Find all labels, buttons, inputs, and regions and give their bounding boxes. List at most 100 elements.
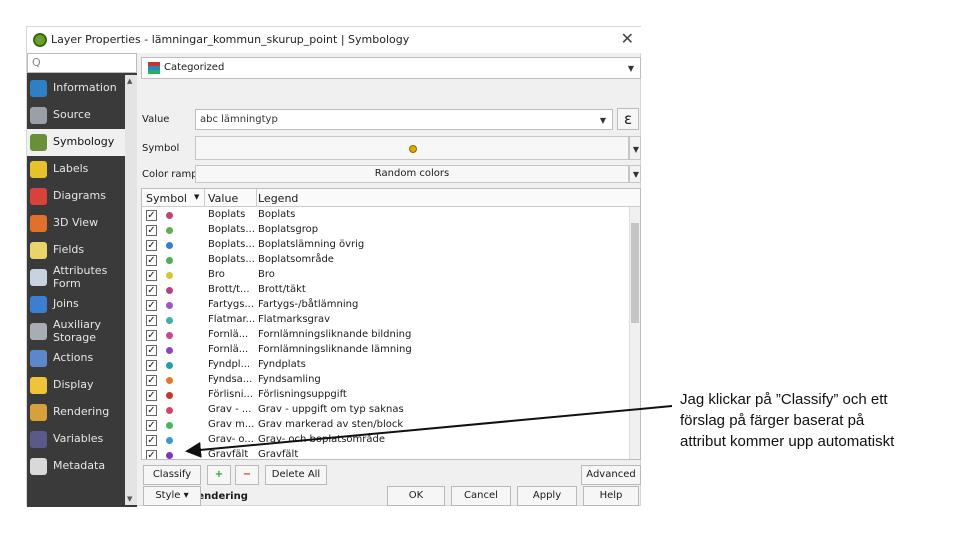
sidebar-item-rendering[interactable]: Rendering [27, 399, 137, 426]
sidebar-item-information[interactable]: Information [27, 75, 137, 102]
add-icon[interactable]: + [207, 465, 231, 485]
row-legend: Grav- och boplatsområde [258, 434, 386, 445]
symbol-swatch[interactable] [166, 212, 173, 219]
table-row[interactable]: ✓ Boplats... Boplatslämning övrig [142, 238, 630, 253]
row-checkbox[interactable]: ✓ [146, 210, 157, 221]
table-row[interactable]: ✓ Grav - ... Grav - uppgift om typ saknas [142, 403, 630, 418]
table-row[interactable]: ✓ Fyndsa... Fyndsamling [142, 373, 630, 388]
value-field-select[interactable]: abc lämningtyp ▼ [195, 109, 613, 130]
sidebar-item-3d-view[interactable]: 3D View [27, 210, 137, 237]
symbol-swatch[interactable] [166, 257, 173, 264]
advanced-button[interactable]: Advanced [581, 465, 641, 485]
renderer-select[interactable]: Categorized ▼ [141, 57, 641, 79]
row-checkbox[interactable]: ✓ [146, 450, 157, 459]
symbol-swatch[interactable] [166, 317, 173, 324]
table-row[interactable]: ✓ Bro Bro [142, 268, 630, 283]
row-checkbox[interactable]: ✓ [146, 330, 157, 341]
row-value: Fartygs... [208, 299, 255, 310]
apply-button[interactable]: Apply [517, 486, 577, 506]
table-row[interactable]: ✓ Fornlä... Fornlämningsliknande lämning [142, 343, 630, 358]
table-scrollbar[interactable] [629, 207, 640, 459]
table-row[interactable]: ✓ Förlisni... Förlisningsuppgift [142, 388, 630, 403]
sidebar-item-labels[interactable]: Labels [27, 156, 137, 183]
sidebar-item-diagrams[interactable]: Diagrams [27, 183, 137, 210]
delete-all-button[interactable]: Delete All [265, 465, 327, 485]
table-row[interactable]: ✓ Grav- o... Grav- och boplatsområde [142, 433, 630, 448]
row-checkbox[interactable]: ✓ [146, 225, 157, 236]
symbol-swatch[interactable] [166, 377, 173, 384]
sidebar-item-attributes-form[interactable]: Attributes Form [27, 264, 137, 291]
sidebar-item-fields[interactable]: Fields [27, 237, 137, 264]
remove-icon[interactable]: − [235, 465, 259, 485]
row-checkbox[interactable]: ✓ [146, 300, 157, 311]
symbol-swatch[interactable] [166, 437, 173, 444]
row-legend: Boplatslämning övrig [258, 239, 365, 250]
table-row[interactable]: ✓ Flatmar... Flatmarksgrav [142, 313, 630, 328]
color-ramp-dropdown[interactable]: ▼ [629, 165, 641, 183]
symbol-swatch[interactable] [166, 227, 173, 234]
row-checkbox[interactable]: ✓ [146, 435, 157, 446]
table-row[interactable]: ✓ Fyndpl... Fyndplats [142, 358, 630, 373]
symbol-swatch[interactable] [166, 362, 173, 369]
ok-button[interactable]: OK [387, 486, 445, 506]
table-row[interactable]: ✓ Fartygs... Fartygs-/båtlämning [142, 298, 630, 313]
table-row[interactable]: ✓ Grav m... Grav markerad av sten/block [142, 418, 630, 433]
cancel-button[interactable]: Cancel [451, 486, 511, 506]
classify-button[interactable]: Classify [143, 465, 201, 485]
table-row[interactable]: ✓ Boplats... Boplatsområde [142, 253, 630, 268]
symbol-swatch[interactable] [166, 392, 173, 399]
row-checkbox[interactable]: ✓ [146, 345, 157, 356]
table-row[interactable]: ✓ Gravfält Gravfält [142, 448, 630, 459]
table-row[interactable]: ✓ Boplats... Boplatsgrop [142, 223, 630, 238]
column-header-legend[interactable]: Legend [258, 192, 298, 205]
symbol-swatch[interactable] [166, 302, 173, 309]
row-checkbox[interactable]: ✓ [146, 420, 157, 431]
style-button[interactable]: Style ▾ [143, 486, 201, 506]
row-checkbox[interactable]: ✓ [146, 360, 157, 371]
expression-button[interactable]: ε [617, 108, 639, 130]
sidebar-search-input[interactable]: Q [27, 53, 137, 73]
column-header-value[interactable]: Value [208, 192, 238, 205]
row-checkbox[interactable]: ✓ [146, 285, 157, 296]
symbol-swatch[interactable] [166, 272, 173, 279]
row-checkbox[interactable]: ✓ [146, 240, 157, 251]
row-checkbox[interactable]: ✓ [146, 270, 157, 281]
scroll-down-icon[interactable]: ▼ [127, 495, 132, 503]
symbol-swatch[interactable] [166, 452, 173, 459]
symbol-swatch[interactable] [166, 242, 173, 249]
row-checkbox[interactable]: ✓ [146, 375, 157, 386]
table-row[interactable]: ✓ Fornlä... Fornlämningsliknande bildning [142, 328, 630, 343]
symbol-button[interactable] [195, 136, 629, 160]
chevron-down-icon: ▼ [632, 145, 639, 154]
table-row[interactable]: ✓ Brott/t... Brott/täkt [142, 283, 630, 298]
row-legend: Fornlämningsliknande bildning [258, 329, 412, 340]
scroll-up-icon[interactable]: ▲ [127, 77, 132, 85]
sidebar-item-metadata[interactable]: Metadata [27, 453, 137, 480]
joins-icon [30, 296, 47, 313]
sidebar-item-variables[interactable]: Variables [27, 426, 137, 453]
close-icon[interactable]: ✕ [621, 29, 634, 48]
scroll-thumb[interactable] [631, 223, 639, 323]
row-checkbox[interactable]: ✓ [146, 390, 157, 401]
symbol-swatch[interactable] [166, 422, 173, 429]
symbol-dropdown[interactable]: ▼ [629, 136, 641, 160]
help-button[interactable]: Help [583, 486, 639, 506]
symbol-swatch[interactable] [166, 287, 173, 294]
sidebar-item-symbology[interactable]: Symbology [27, 129, 137, 156]
row-checkbox[interactable]: ✓ [146, 315, 157, 326]
column-header-symbol[interactable]: Symbol [146, 192, 187, 205]
sidebar-item-display[interactable]: Display [27, 372, 137, 399]
sidebar-item-joins[interactable]: Joins [27, 291, 137, 318]
symbol-swatch[interactable] [166, 347, 173, 354]
table-row[interactable]: ✓ Boplats Boplats [142, 208, 630, 223]
sidebar-scrollbar[interactable]: ▲ ▼ [125, 75, 137, 505]
row-checkbox[interactable]: ✓ [146, 405, 157, 416]
sidebar-item-auxiliary-storage[interactable]: Auxiliary Storage [27, 318, 137, 345]
color-ramp-button[interactable]: Random colors [195, 165, 629, 183]
sidebar-item-actions[interactable]: Actions [27, 345, 137, 372]
symbol-swatch[interactable] [166, 407, 173, 414]
row-checkbox[interactable]: ✓ [146, 255, 157, 266]
sidebar-item-source[interactable]: Source [27, 102, 137, 129]
row-value: Förlisni... [208, 389, 254, 400]
symbol-swatch[interactable] [166, 332, 173, 339]
